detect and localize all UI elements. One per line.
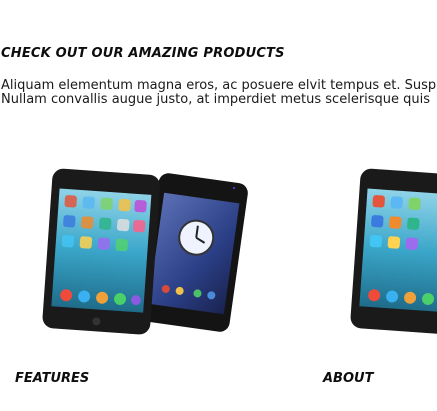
intro-line: Aliquam elementum magna eros, ac posuere… xyxy=(1,78,437,93)
product-image-about[interactable] xyxy=(323,150,437,346)
product-image-features[interactable] xyxy=(15,150,274,346)
section-heading: CHECK OUT OUR AMAZING PRODUCTS xyxy=(1,46,285,61)
section-intro: Aliquam elementum magna eros, ac posuere… xyxy=(1,79,436,107)
smartphones-illustration xyxy=(42,168,248,335)
product-title-about[interactable]: ABOUT xyxy=(323,371,373,386)
intro-line: Nullam convallis augue justo, at imperdi… xyxy=(1,92,431,107)
product-title-features[interactable]: FEATURES xyxy=(15,371,89,386)
smartphones-illustration xyxy=(350,168,437,335)
stray-pixel-dot xyxy=(233,187,235,189)
